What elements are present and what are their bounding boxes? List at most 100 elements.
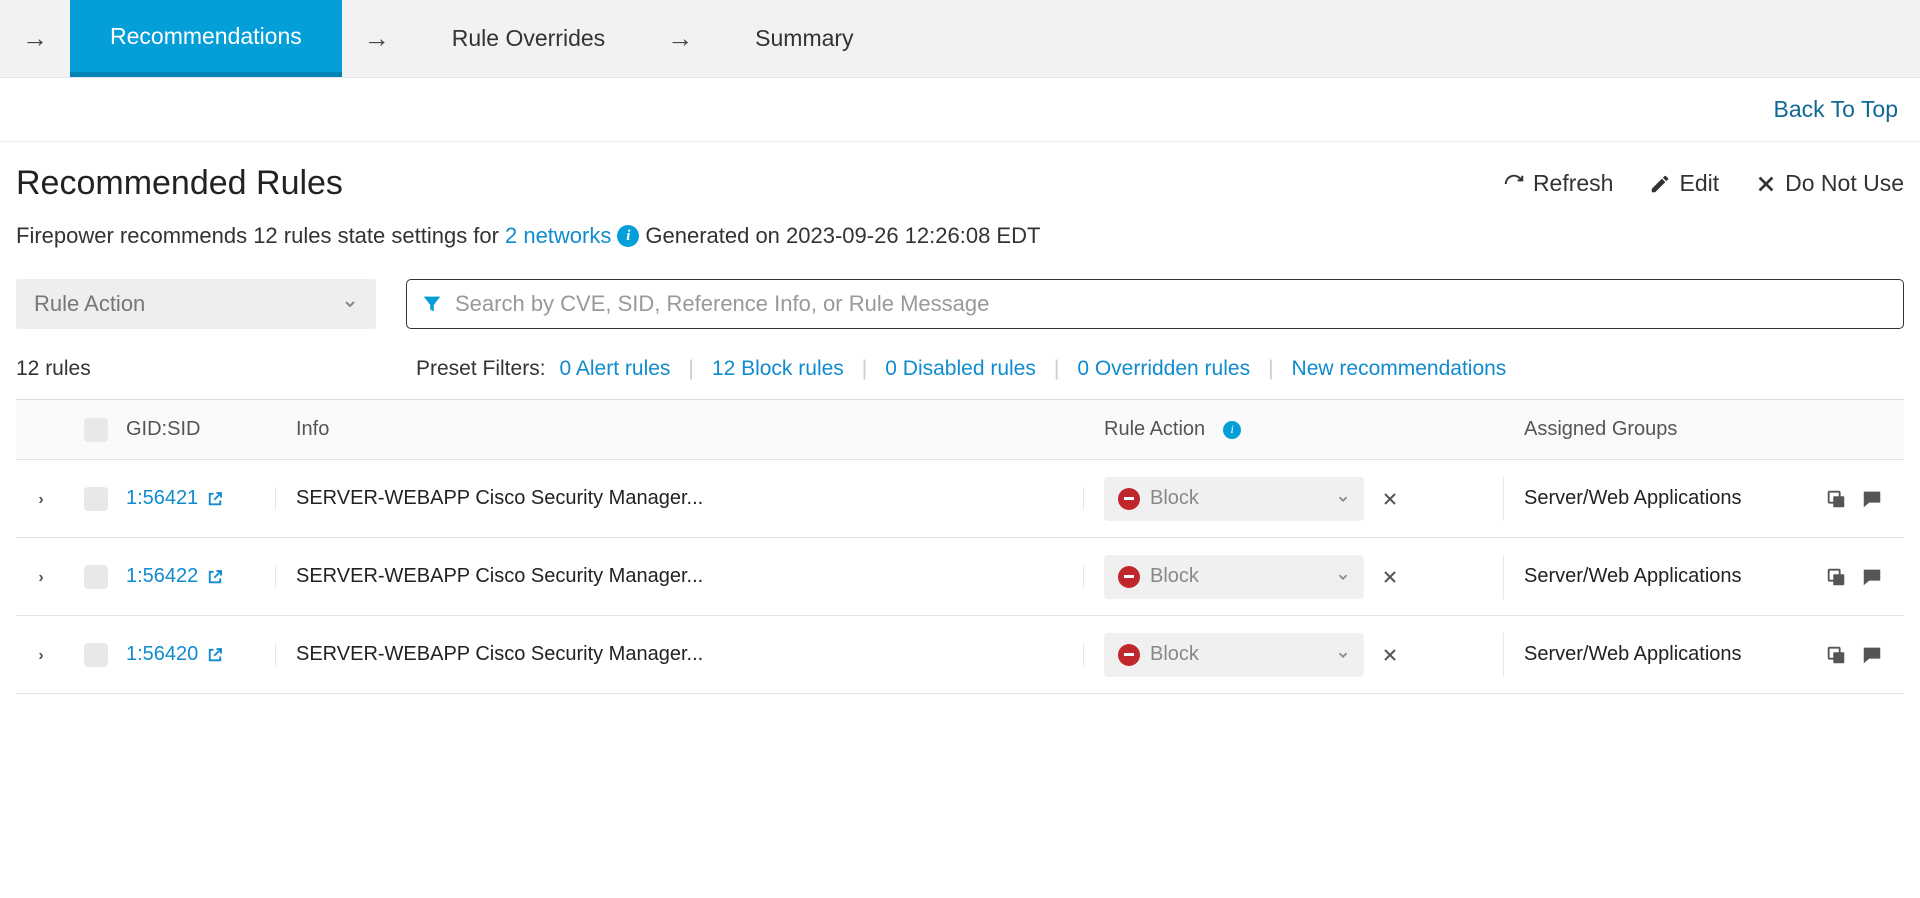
expand-row-button[interactable]: › (38, 647, 43, 664)
assigned-groups-text: Server/Web Applications (1504, 487, 1804, 510)
edit-label: Edit (1679, 170, 1719, 197)
tab-recommendations[interactable]: Recommendations (70, 0, 342, 77)
rule-info-text: SERVER-WEBAPP Cisco Security Manager... (276, 565, 1084, 588)
col-header-action-label: Rule Action (1104, 418, 1205, 441)
revert-icon[interactable] (1378, 565, 1402, 589)
rule-action-value: Block (1150, 487, 1326, 510)
back-to-top-link[interactable]: Back To Top (1774, 96, 1898, 123)
close-icon (1755, 173, 1777, 195)
count-row: 12 rules Preset Filters: 0 Alert rules |… (16, 329, 1904, 399)
comment-icon[interactable] (1861, 566, 1883, 588)
search-field-wrap (406, 279, 1904, 329)
edit-button[interactable]: Edit (1649, 170, 1719, 197)
preset-block-link[interactable]: 12 Block rules (712, 357, 844, 381)
external-link-icon (206, 490, 224, 508)
rules-table: GID:SID Info Rule Action i Assigned Grou… (16, 399, 1904, 694)
gid-sid-link[interactable]: 1:56422 (126, 565, 224, 588)
col-header-info[interactable]: Info (276, 418, 1084, 441)
preset-new-link[interactable]: New recommendations (1292, 357, 1507, 381)
gid-sid-link[interactable]: 1:56420 (126, 643, 224, 666)
filter-icon[interactable] (421, 293, 443, 315)
block-icon (1118, 566, 1140, 588)
revert-icon[interactable] (1378, 643, 1402, 667)
do-not-use-button[interactable]: Do Not Use (1755, 170, 1904, 197)
separator: | (1250, 357, 1291, 381)
col-header-action[interactable]: Rule Action i (1084, 418, 1504, 441)
copy-icon[interactable] (1825, 644, 1847, 666)
chevron-down-icon (1336, 570, 1350, 584)
refresh-button[interactable]: Refresh (1503, 170, 1614, 197)
chevron-down-icon (1336, 648, 1350, 662)
generated-text: Generated on 2023-09-26 12:26:08 EDT (645, 223, 1040, 249)
info-icon[interactable]: i (1223, 421, 1241, 439)
table-row: › 1:56420 SERVER-WEBAPP Cisco Security M… (16, 616, 1904, 694)
gid-sid-text: 1:56420 (126, 643, 198, 666)
external-link-icon (206, 646, 224, 664)
col-header-gid[interactable]: GID:SID (126, 418, 276, 441)
block-icon (1118, 488, 1140, 510)
page-title: Recommended Rules (16, 164, 343, 203)
revert-icon[interactable] (1378, 487, 1402, 511)
tab-bar: → Recommendations → Rule Overrides → Sum… (0, 0, 1920, 78)
comment-icon[interactable] (1861, 488, 1883, 510)
page-actions: Refresh Edit Do Not Use (1503, 170, 1904, 197)
gid-sid-text: 1:56422 (126, 565, 198, 588)
expand-row-button[interactable]: › (38, 569, 43, 586)
assigned-groups-text: Server/Web Applications (1504, 565, 1804, 588)
select-all-checkbox[interactable] (84, 418, 108, 442)
external-link-icon (206, 568, 224, 586)
row-checkbox[interactable] (84, 565, 108, 589)
do-not-use-label: Do Not Use (1785, 170, 1904, 197)
gid-sid-text: 1:56421 (126, 487, 198, 510)
arrow-right-icon: → (645, 23, 715, 54)
rule-action-select[interactable]: Block (1104, 633, 1364, 677)
arrow-right-icon: → (342, 23, 412, 54)
rule-action-select[interactable]: Block (1104, 555, 1364, 599)
search-input[interactable] (455, 291, 1889, 317)
rule-action-dd-label: Rule Action (34, 291, 145, 317)
col-header-groups[interactable]: Assigned Groups (1504, 418, 1804, 441)
separator: | (844, 357, 885, 381)
table-row: › 1:56421 SERVER-WEBAPP Cisco Security M… (16, 460, 1904, 538)
separator: | (670, 357, 711, 381)
row-checkbox[interactable] (84, 643, 108, 667)
info-icon[interactable]: i (617, 225, 639, 247)
preset-filters-label: Preset Filters: (416, 357, 546, 381)
rule-action-value: Block (1150, 565, 1326, 588)
preset-overridden-link[interactable]: 0 Overridden rules (1077, 357, 1250, 381)
refresh-icon (1503, 173, 1525, 195)
rule-count-text: 12 rules (16, 357, 416, 381)
pencil-icon (1649, 173, 1671, 195)
rule-action-dropdown[interactable]: Rule Action (16, 279, 376, 329)
row-checkbox[interactable] (84, 487, 108, 511)
assigned-groups-text: Server/Web Applications (1504, 643, 1804, 666)
networks-link[interactable]: 2 networks (505, 223, 611, 249)
tab-rule-overrides[interactable]: Rule Overrides (412, 0, 645, 77)
separator: | (1036, 357, 1077, 381)
gid-sid-link[interactable]: 1:56421 (126, 487, 224, 510)
rule-info-text: SERVER-WEBAPP Cisco Security Manager... (276, 643, 1084, 666)
table-row: › 1:56422 SERVER-WEBAPP Cisco Security M… (16, 538, 1904, 616)
subtext-prefix: Firepower recommends 12 rules state sett… (16, 223, 499, 249)
arrow-right-icon: → (0, 23, 70, 54)
copy-icon[interactable] (1825, 488, 1847, 510)
back-row: Back To Top (0, 78, 1920, 142)
chevron-down-icon (1336, 492, 1350, 506)
table-header: GID:SID Info Rule Action i Assigned Grou… (16, 400, 1904, 460)
refresh-label: Refresh (1533, 170, 1614, 197)
rule-action-select[interactable]: Block (1104, 477, 1364, 521)
preset-disabled-link[interactable]: 0 Disabled rules (885, 357, 1036, 381)
table-body: › 1:56421 SERVER-WEBAPP Cisco Security M… (16, 460, 1904, 694)
page-header: Recommended Rules Refresh Edit Do Not Us… (16, 164, 1904, 215)
copy-icon[interactable] (1825, 566, 1847, 588)
preset-alert-link[interactable]: 0 Alert rules (560, 357, 671, 381)
block-icon (1118, 644, 1140, 666)
rule-info-text: SERVER-WEBAPP Cisco Security Manager... (276, 487, 1084, 510)
tab-summary[interactable]: Summary (715, 0, 893, 77)
chevron-down-icon (342, 296, 358, 312)
filter-row: Rule Action (16, 279, 1904, 329)
subtext-row: Firepower recommends 12 rules state sett… (16, 215, 1904, 279)
comment-icon[interactable] (1861, 644, 1883, 666)
rule-action-value: Block (1150, 643, 1326, 666)
expand-row-button[interactable]: › (38, 491, 43, 508)
